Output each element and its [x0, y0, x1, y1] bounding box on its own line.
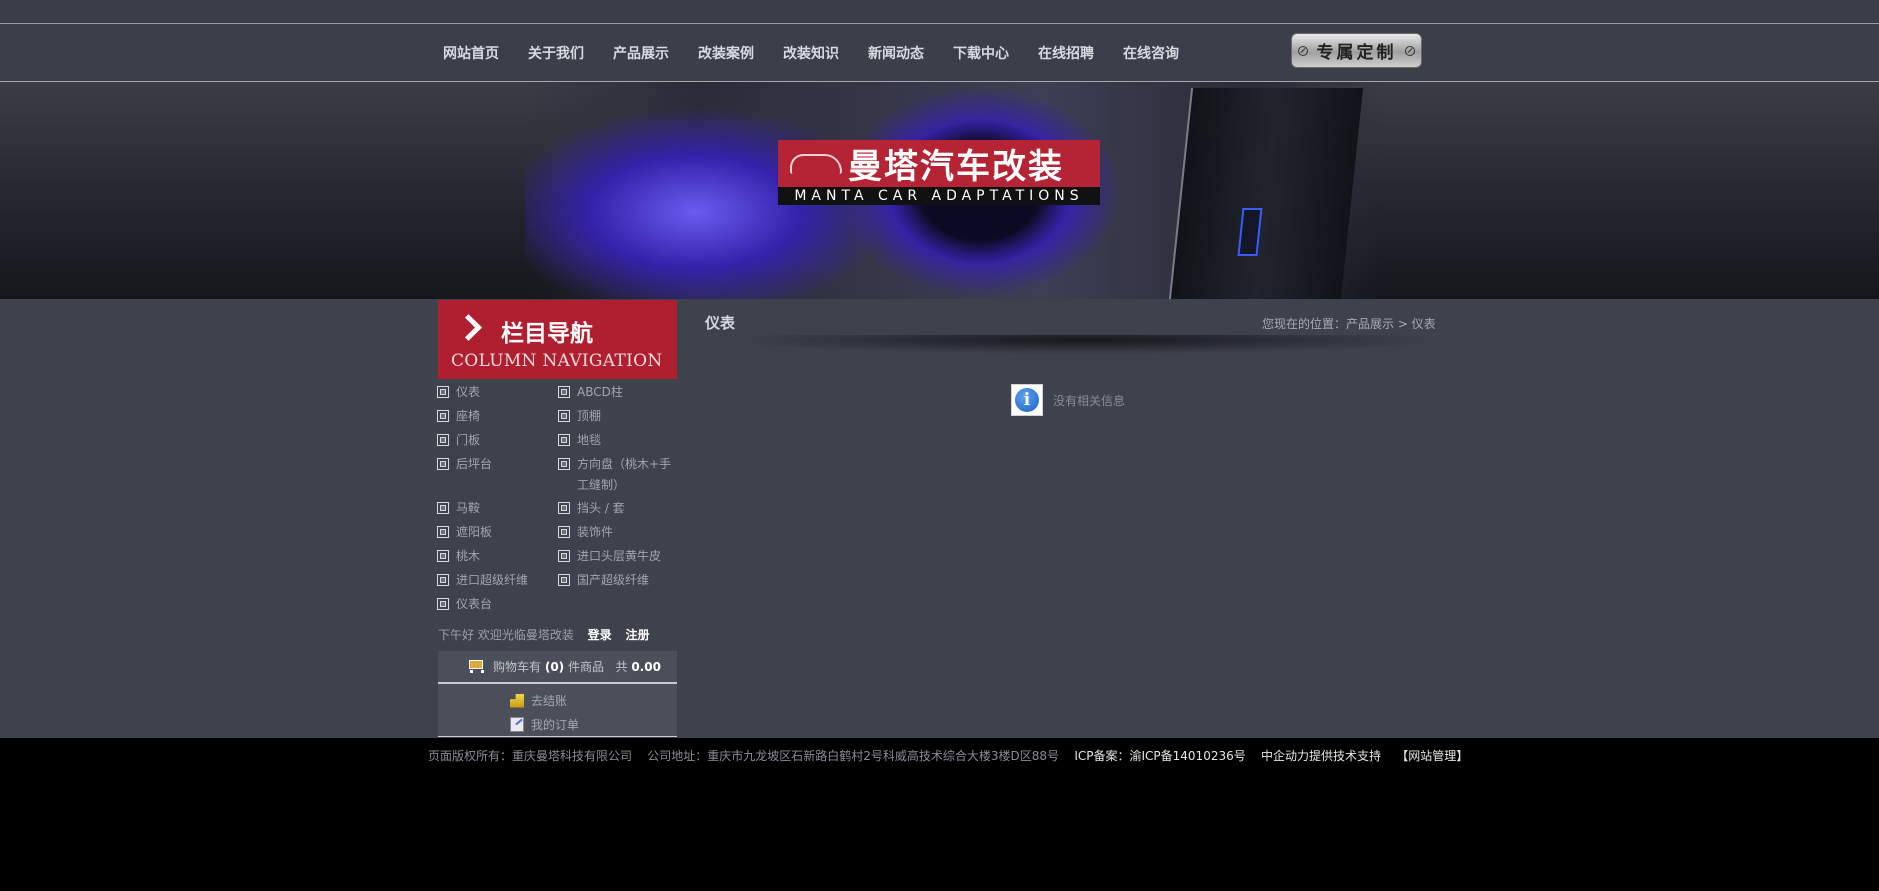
bullet-icon	[437, 574, 449, 586]
bullet-icon	[558, 458, 570, 470]
cart-summary[interactable]: 购物车有 (0) 件商品 共 0.00	[438, 651, 677, 684]
category-link[interactable]: 进口头层黄牛皮	[558, 546, 674, 567]
register-link[interactable]: 注册	[626, 628, 650, 642]
category-link[interactable]: 座椅	[437, 406, 548, 427]
chevron-right-icon	[455, 314, 482, 341]
nav-about[interactable]: 关于我们	[528, 43, 584, 63]
screw-icon	[1298, 46, 1308, 56]
bullet-icon	[558, 386, 570, 398]
breadcrumb: 您现在的位置：产品展示 > 仪表	[1262, 317, 1436, 331]
nav-home[interactable]: 网站首页	[443, 43, 499, 63]
banner: 曼塔汽车改装 MANTA CAR ADAPTATIONS	[0, 82, 1879, 299]
footer-admin-link[interactable]: 【网站管理】	[1396, 749, 1468, 763]
checkout-icon	[510, 693, 524, 708]
site-logo[interactable]: 曼塔汽车改装 MANTA CAR ADAPTATIONS	[778, 140, 1100, 205]
footer-copyright: 页面版权所有：重庆曼塔科技有限公司	[428, 749, 633, 763]
category-link[interactable]: 国产超级纤维	[558, 570, 674, 591]
nav-jobs[interactable]: 在线招聘	[1038, 43, 1094, 63]
bullet-icon	[437, 598, 449, 610]
greeting-text: 下午好 欢迎光临曼塔改装	[438, 628, 574, 642]
my-orders-link[interactable]: 我的订单	[510, 716, 579, 733]
footer-line: 页面版权所有：重庆曼塔科技有限公司 公司地址：重庆市九龙坡区石新路白鹤村2号科威…	[428, 747, 1468, 764]
category-link[interactable]: 地毯	[558, 430, 674, 451]
login-link[interactable]: 登录	[588, 628, 612, 642]
category-link[interactable]: 方向盘（桃木+手工缝制）	[558, 454, 674, 496]
bullet-icon	[558, 434, 570, 446]
category-link[interactable]: 马鞍	[437, 498, 548, 519]
custom-order-button[interactable]: 专属定制	[1291, 33, 1422, 68]
category-link[interactable]: 挡头 / 套	[558, 498, 674, 519]
nav-news[interactable]: 新闻动态	[868, 43, 924, 63]
greeting-row: 下午好 欢迎光临曼塔改装 登录 注册	[438, 626, 650, 643]
bullet-icon	[558, 550, 570, 562]
title-divider	[735, 335, 1435, 365]
amplifier-image	[1168, 88, 1364, 299]
footer-support[interactable]: 中企动力提供技术支持	[1261, 749, 1381, 763]
logo-en: MANTA CAR ADAPTATIONS	[778, 187, 1100, 205]
checkout-link[interactable]: 去结账	[510, 692, 567, 709]
footer-icp[interactable]: ICP备案：渝ICP备14010236号	[1074, 749, 1245, 763]
empty-message: 没有相关信息	[1053, 394, 1126, 408]
nav-consult[interactable]: 在线咨询	[1123, 43, 1179, 63]
shopping-cart-icon	[466, 658, 488, 674]
bullet-icon	[558, 574, 570, 586]
bullet-icon	[437, 458, 449, 470]
category-link[interactable]: 桃木	[437, 546, 548, 567]
column-nav-subtitle: COLUMN NAVIGATION	[451, 351, 663, 371]
nav-cases[interactable]: 改装案例	[698, 43, 754, 63]
bullet-icon	[437, 550, 449, 562]
bullet-icon	[437, 502, 449, 514]
logo-cn: 曼塔汽车改装	[848, 147, 1064, 187]
footer: 页面版权所有：重庆曼塔科技有限公司 公司地址：重庆市九龙坡区石新路白鹤村2号科威…	[0, 738, 1879, 891]
main-nav-bar: 网站首页 关于我们 产品展示 改装案例 改装知识 新闻动态 下载中心 在线招聘 …	[0, 24, 1879, 82]
bullet-icon	[437, 434, 449, 446]
page-title: 仪表	[705, 314, 736, 332]
car-logo-icon	[778, 140, 848, 187]
nav-products[interactable]: 产品展示	[613, 43, 669, 63]
category-link[interactable]: ABCD柱	[558, 382, 674, 403]
main-nav: 网站首页 关于我们 产品展示 改装案例 改装知识 新闻动态 下载中心 在线招聘 …	[443, 24, 1208, 81]
category-link[interactable]: 仪表台	[437, 594, 548, 615]
account-links: 去结账 我的订单	[438, 684, 677, 737]
category-link[interactable]: 仪表	[437, 382, 548, 403]
bullet-icon	[437, 386, 449, 398]
info-icon: i	[1011, 384, 1043, 416]
column-navigation-header: 栏目导航 COLUMN NAVIGATION	[438, 300, 677, 379]
category-link[interactable]: 后坪台	[437, 454, 548, 475]
orders-icon	[510, 717, 524, 732]
category-link[interactable]: 遮阳板	[437, 522, 548, 543]
footer-address: 公司地址：重庆市九龙坡区石新路白鹤村2号科威高技术综合大楼3楼D区88号	[647, 749, 1060, 763]
bullet-icon	[437, 410, 449, 422]
nav-downloads[interactable]: 下载中心	[953, 43, 1009, 63]
bullet-icon	[558, 502, 570, 514]
bullet-icon	[558, 526, 570, 538]
category-link[interactable]: 门板	[437, 430, 548, 451]
nav-knowledge[interactable]: 改装知识	[783, 43, 839, 63]
column-nav-title: 栏目导航	[501, 321, 593, 347]
bullet-icon	[437, 526, 449, 538]
screw-icon	[1405, 46, 1415, 56]
bullet-icon	[558, 410, 570, 422]
custom-order-label: 专属定制	[1316, 43, 1397, 63]
category-link[interactable]: 顶棚	[558, 406, 674, 427]
top-strip	[0, 0, 1879, 24]
category-link[interactable]: 装饰件	[558, 522, 674, 543]
cart-text: 购物车有 (0) 件商品 共 0.00	[493, 660, 661, 674]
category-link[interactable]: 进口超级纤维	[437, 570, 548, 591]
